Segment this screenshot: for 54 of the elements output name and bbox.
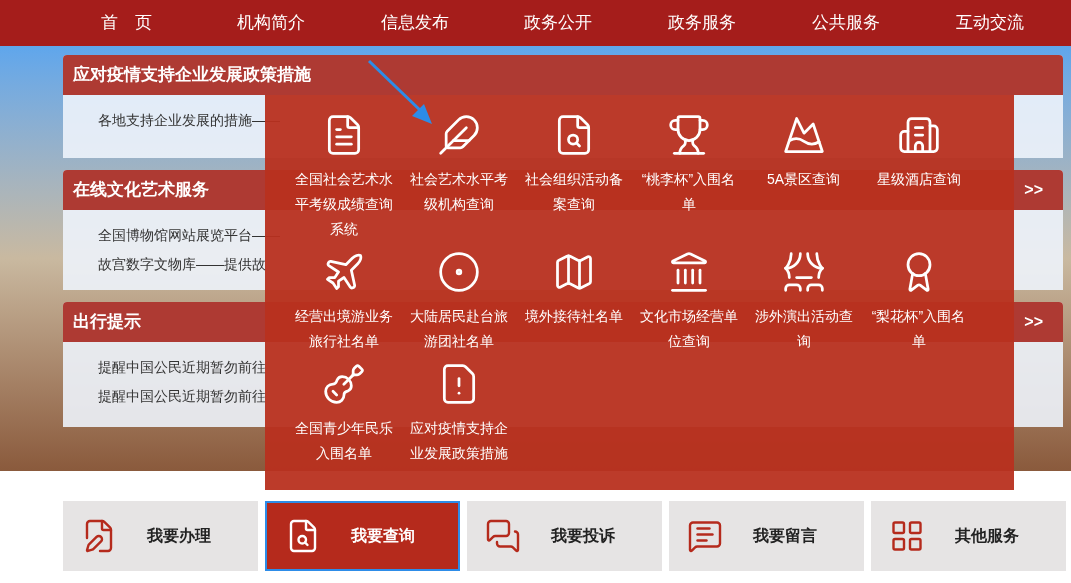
nav-link[interactable]: 政务公开: [486, 10, 631, 36]
nav-link[interactable]: 互动交流: [918, 10, 1062, 36]
service-button[interactable]: 我要查询: [265, 501, 460, 571]
arrow-drawing: [367, 59, 432, 124]
menu-item-label: “梨花杯”入围名单: [870, 307, 967, 351]
query-menu-item[interactable]: 大陆居民赴台旅游团社名单: [401, 250, 516, 354]
menu-item-label: 应对疫情支持企业发展政策措施: [408, 419, 509, 463]
nav-link[interactable]: 首 页: [55, 10, 199, 36]
service-button[interactable]: 其他服务: [871, 501, 1066, 571]
nav-link[interactable]: 公共服务: [774, 10, 919, 36]
menu-item-label: 社会组织活动备案查询: [523, 170, 624, 214]
menu-item-label: 社会艺术水平考级机构查询: [408, 170, 509, 214]
query-menu-item[interactable]: 全国社会艺术水平考级成绩查询系统: [286, 113, 401, 242]
menu-item-label: 大陆居民赴台旅游团社名单: [408, 307, 509, 351]
service-button[interactable]: 我要办理: [63, 501, 258, 571]
query-menu-item[interactable]: 经营出境游业务旅行社名单: [286, 250, 401, 354]
query-menu-item[interactable]: 社会艺术水平考级机构查询: [401, 113, 516, 242]
query-menu-item[interactable]: “梨花杯”入围名单: [861, 250, 976, 354]
more-link[interactable]: >>: [1024, 178, 1043, 202]
trophy-icon: [666, 113, 711, 157]
query-menu-item[interactable]: “桃李杯”入围名单: [631, 113, 746, 242]
menu-item-label: “桃李杯”入围名单: [640, 170, 737, 214]
guitar-icon: [321, 362, 366, 406]
menu-item-label: 全国青少年民乐入围名单: [293, 419, 394, 463]
query-menu-item[interactable]: 涉外演出活动查询: [746, 250, 861, 354]
query-menu-item[interactable]: 应对疫情支持企业发展政策措施: [401, 362, 516, 466]
menu-item-label: 经营出境游业务旅行社名单: [293, 307, 394, 351]
nav-link[interactable]: 政务服务: [630, 10, 775, 36]
query-menu-item[interactable]: 全国青少年民乐入围名单: [286, 362, 401, 466]
circle-icon: [436, 250, 481, 294]
nav-link[interactable]: 机构简介: [198, 10, 343, 36]
service-button[interactable]: 我要留言: [669, 501, 864, 571]
panel-title: 出行提示: [73, 311, 141, 334]
theater-icon: [781, 250, 826, 294]
menu-item-label: 5A景区查询: [765, 170, 842, 189]
feather-icon: [436, 113, 481, 157]
query-menu-item[interactable]: 5A景区查询: [746, 113, 861, 242]
query-menu-item[interactable]: 境外接待社名单: [516, 250, 631, 354]
nav-link[interactable]: 信息发布: [342, 10, 487, 36]
menu-item-label: 涉外演出活动查询: [753, 307, 854, 351]
more-link[interactable]: >>: [1024, 310, 1043, 334]
menu-item-label: 境外接待社名单: [523, 307, 624, 326]
menu-item-label: 星级酒店查询: [875, 170, 962, 189]
chat-icon: [485, 518, 521, 554]
service-button[interactable]: 我要投诉: [467, 501, 662, 571]
panel-title: 在线文化艺术服务: [73, 179, 209, 202]
menu-item-label: 全国社会艺术水平考级成绩查询系统: [293, 170, 394, 239]
menu-item-label: 文化市场经营单位查询: [638, 307, 739, 351]
message-icon: [687, 518, 723, 554]
panel-title: 应对疫情支持企业发展政策措施: [73, 64, 311, 87]
query-menu-item[interactable]: 文化市场经营单位查询: [631, 250, 746, 354]
query-menu-item[interactable]: 星级酒店查询: [861, 113, 976, 242]
grid-icon: [889, 518, 925, 554]
query-menu-item[interactable]: 社会组织活动备案查询: [516, 113, 631, 242]
